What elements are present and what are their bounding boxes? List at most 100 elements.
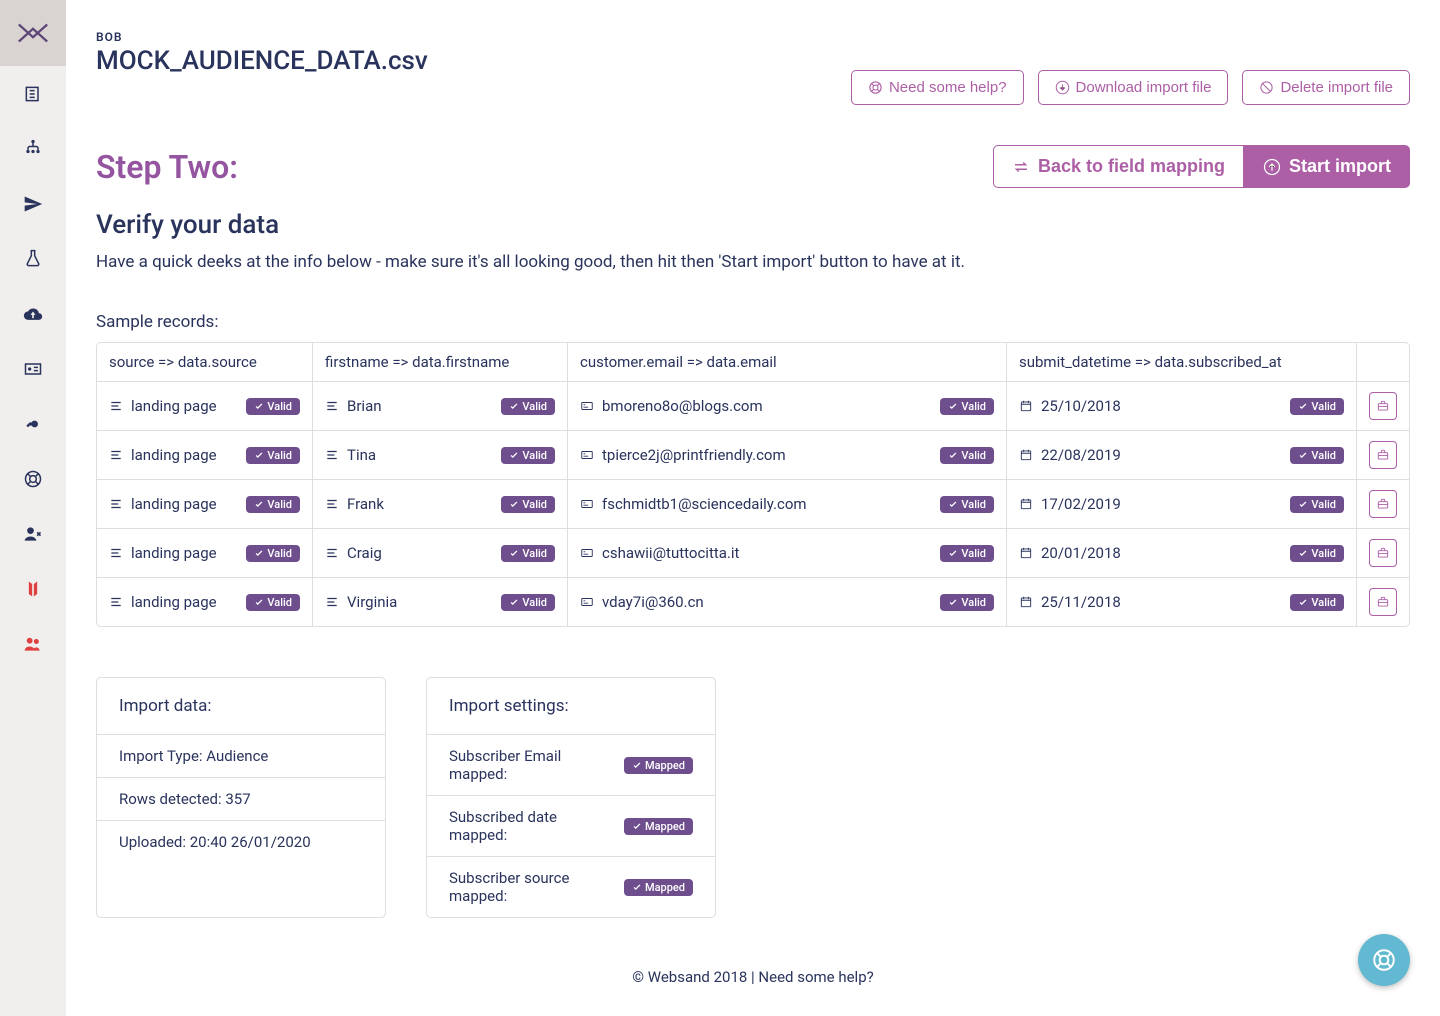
step-title: Step Two: [96, 148, 238, 186]
nav-users[interactable] [0, 616, 66, 671]
swap-icon [1012, 158, 1030, 176]
nav-user-remove[interactable] [0, 506, 66, 561]
valid-badge: Valid [940, 545, 994, 562]
cell-value: landing page [131, 397, 217, 415]
nav-news[interactable] [0, 66, 66, 121]
cell-value: fschmidtb1@sciencedaily.com [602, 495, 807, 513]
logo[interactable] [0, 0, 66, 66]
source-mapped-label: Subscriber source mapped: [449, 869, 584, 905]
verify-heading: Verify your data [96, 210, 1410, 240]
valid-badge: Valid [501, 447, 555, 464]
map-icon [23, 579, 43, 599]
nav-map[interactable] [0, 561, 66, 616]
nav-tree[interactable] [0, 121, 66, 176]
cell-value: Brian [347, 397, 382, 415]
cell-type-icon [1019, 595, 1033, 609]
valid-badge: Valid [501, 398, 555, 415]
delete-import-label: Delete import file [1280, 79, 1393, 96]
import-data-title: Import data: [97, 678, 385, 735]
cell-value: 22/08/2019 [1041, 446, 1121, 464]
source-mapped-badge: Mapped [624, 879, 693, 896]
back-to-mapping-button[interactable]: Back to field mapping [993, 145, 1244, 188]
column-header-action [1356, 343, 1409, 382]
valid-badge: Valid [1290, 496, 1344, 513]
briefcase-icon [1376, 546, 1390, 560]
nav-upload[interactable] [0, 286, 66, 341]
start-import-button[interactable]: Start import [1244, 145, 1410, 188]
download-import-button[interactable]: Download import file [1038, 70, 1229, 105]
sample-records-table: source => data.source firstname => data.… [96, 342, 1410, 627]
back-to-mapping-label: Back to field mapping [1038, 156, 1225, 177]
row-details-button[interactable] [1369, 539, 1397, 567]
cell-value: Frank [347, 495, 384, 513]
valid-badge: Valid [1290, 398, 1344, 415]
cell-value: landing page [131, 593, 217, 611]
cell-value: 25/11/2018 [1041, 593, 1121, 611]
table-row: landing page ValidCraig Validcshawii@tut… [97, 529, 1409, 578]
lifering-icon [868, 80, 883, 95]
column-header-email: customer.email => data.email [567, 343, 1006, 382]
briefcase-icon [1376, 595, 1390, 609]
help-fab[interactable] [1358, 934, 1410, 986]
cell-value: 25/10/2018 [1041, 397, 1121, 415]
valid-badge: Valid [246, 398, 300, 415]
valid-badge: Valid [501, 496, 555, 513]
nav-help[interactable] [0, 451, 66, 506]
valid-badge: Valid [1290, 447, 1344, 464]
cell-type-icon [580, 595, 594, 609]
row-details-button[interactable] [1369, 441, 1397, 469]
cell-type-icon [109, 497, 123, 511]
cell-type-icon [580, 448, 594, 462]
valid-badge: Valid [940, 594, 994, 611]
row-details-button[interactable] [1369, 392, 1397, 420]
page-title: MOCK_AUDIENCE_DATA.csv [96, 46, 428, 76]
cell-type-icon [1019, 546, 1033, 560]
nav-send[interactable] [0, 176, 66, 231]
logo-icon [16, 16, 50, 50]
column-header-firstname: firstname => data.firstname [312, 343, 567, 382]
column-header-source: source => data.source [97, 343, 312, 382]
table-row: landing page Valid Brian Valid bmoreno8o@b… [97, 382, 1409, 431]
cell-type-icon [325, 497, 339, 511]
email-mapped-label: Subscriber Email mapped: [449, 747, 584, 783]
footer-text: © Websand 2018 | Need some help? [66, 948, 1440, 1016]
nav-flask[interactable] [0, 231, 66, 286]
id-card-icon [23, 359, 43, 379]
valid-badge: Valid [246, 496, 300, 513]
cell-type-icon [325, 448, 339, 462]
upload-icon [1263, 158, 1281, 176]
row-details-button[interactable] [1369, 490, 1397, 518]
cell-type-icon [109, 448, 123, 462]
nav-id[interactable] [0, 341, 66, 396]
cell-value: landing page [131, 544, 217, 562]
valid-badge: Valid [246, 447, 300, 464]
breadcrumb[interactable]: BOB [96, 30, 428, 44]
cell-type-icon [325, 546, 339, 560]
cell-value: landing page [131, 495, 217, 513]
delete-import-button[interactable]: Delete import file [1242, 70, 1410, 105]
row-details-button[interactable] [1369, 588, 1397, 616]
start-import-label: Start import [1289, 156, 1391, 177]
cell-value: Tina [347, 446, 376, 464]
cell-value: landing page [131, 446, 217, 464]
ban-icon [1259, 80, 1274, 95]
valid-badge: Valid [1290, 594, 1344, 611]
download-icon [1055, 80, 1070, 95]
cloud-upload-icon [23, 304, 43, 324]
table-row: landing page ValidTina Validtpierce2j@pr… [97, 431, 1409, 480]
import-settings-title: Import settings: [427, 678, 715, 735]
rows-detected: Rows detected: 357 [97, 778, 385, 821]
table-row: landing page ValidVirginia Validvday7i@3… [97, 578, 1409, 626]
briefcase-icon [1376, 497, 1390, 511]
cell-value: bmoreno8o@blogs.com [602, 397, 763, 415]
cell-type-icon [1019, 448, 1033, 462]
valid-badge: Valid [501, 545, 555, 562]
verify-description: Have a quick deeks at the info below - m… [96, 252, 1410, 272]
cell-type-icon [325, 399, 339, 413]
email-mapped-badge: Mapped [624, 757, 693, 774]
valid-badge: Valid [1290, 545, 1344, 562]
help-button[interactable]: Need some help? [851, 70, 1024, 105]
nav-key[interactable] [0, 396, 66, 451]
cell-type-icon [109, 595, 123, 609]
valid-badge: Valid [501, 594, 555, 611]
